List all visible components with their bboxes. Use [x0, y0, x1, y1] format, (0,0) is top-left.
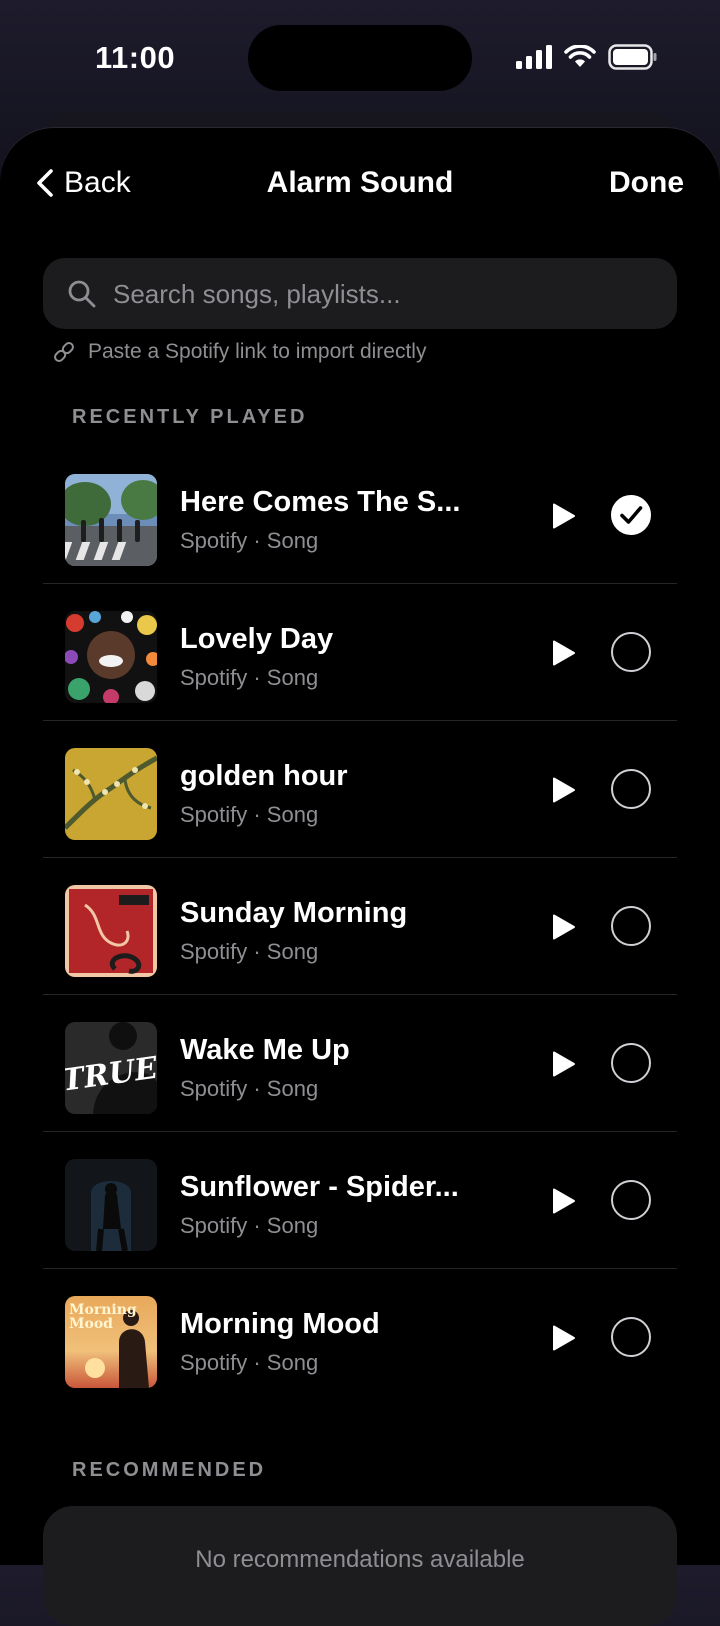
- selected-checkmark-radio[interactable]: [611, 495, 651, 535]
- cellular-signal-icon: [516, 45, 552, 69]
- song-subtitle: Spotify · Song: [180, 1350, 319, 1375]
- recommended-empty-text: No recommendations available: [195, 1546, 525, 1573]
- song-title: Morning Mood: [180, 1308, 380, 1340]
- spotify-hint-text: Paste a Spotify link to import directly: [88, 340, 427, 363]
- play-icon[interactable]: [549, 1324, 577, 1352]
- section-header-recently-played: RECENTLY PLAYED: [72, 406, 308, 428]
- select-radio[interactable]: [611, 769, 651, 809]
- play-icon[interactable]: [549, 776, 577, 804]
- song-title: Lovely Day: [180, 623, 334, 655]
- select-radio[interactable]: [611, 632, 651, 672]
- play-icon[interactable]: [549, 1187, 577, 1215]
- song-subtitle: Spotify · Song: [180, 802, 319, 827]
- checkmark-icon: [619, 505, 642, 524]
- song-title: Sunday Morning: [180, 897, 408, 929]
- play-icon[interactable]: [549, 913, 577, 941]
- list-item-wake-me-up[interactable]: TRUE Wake Me Up Spotify · Song: [43, 994, 677, 1131]
- list-item-here-comes-the-sun[interactable]: Here Comes The S... Spotify · Song: [43, 446, 677, 583]
- navigation-bar: Back Alarm Sound Done: [0, 128, 720, 238]
- list-item-sunday-morning[interactable]: Sunday Morning Spotify · Song: [43, 857, 677, 994]
- album-art: [65, 1159, 157, 1251]
- song-title: Sunflower - Spider...: [180, 1171, 459, 1203]
- search-bar: [43, 258, 677, 331]
- status-time: 11:00: [95, 40, 176, 75]
- play-icon[interactable]: [549, 639, 577, 667]
- song-subtitle: Spotify · Song: [180, 1076, 319, 1101]
- alarm-sound-sheet: Back Alarm Sound Done Paste a Spotify li…: [0, 128, 720, 1626]
- search-icon: [68, 280, 96, 308]
- song-subtitle: Spotify · Song: [180, 528, 319, 553]
- back-label: Back: [64, 166, 131, 199]
- album-art: [65, 748, 157, 840]
- select-radio[interactable]: [611, 1043, 651, 1083]
- song-subtitle: Spotify · Song: [180, 665, 319, 690]
- album-art: Morning Mood: [65, 1296, 157, 1388]
- battery-icon: [608, 44, 657, 70]
- done-button[interactable]: Done: [609, 166, 684, 200]
- list-item-golden-hour[interactable]: golden hour Spotify · Song: [43, 720, 677, 857]
- recommended-card: No recommendations available: [43, 1506, 677, 1626]
- spotify-link-hint[interactable]: Paste a Spotify link to import directly: [52, 340, 426, 364]
- list-item-sunflower[interactable]: Sunflower - Spider... Spotify · Song: [43, 1131, 677, 1268]
- select-radio[interactable]: [611, 1317, 651, 1357]
- dynamic-island: [248, 25, 472, 91]
- list-item-morning-mood[interactable]: Morning Mood Morning Mood Spotify · Song: [43, 1268, 677, 1405]
- album-art: [65, 611, 157, 703]
- recently-played-list: Here Comes The S... Spotify · Song Lovel…: [43, 446, 677, 1405]
- wifi-icon: [564, 45, 596, 67]
- status-bar: 11:00: [0, 0, 720, 110]
- section-header-recommended: RECOMMENDED: [72, 1459, 267, 1481]
- select-radio[interactable]: [611, 1180, 651, 1220]
- song-subtitle: Spotify · Song: [180, 939, 319, 964]
- album-art: [65, 474, 157, 566]
- search-input[interactable]: [111, 258, 655, 331]
- list-item-lovely-day[interactable]: Lovely Day Spotify · Song: [43, 583, 677, 720]
- album-art: [65, 885, 157, 977]
- song-title: Wake Me Up: [180, 1034, 350, 1066]
- song-title: golden hour: [180, 760, 348, 792]
- status-icons: [516, 44, 658, 70]
- song-title: Here Comes The S...: [180, 486, 461, 518]
- select-radio[interactable]: [611, 906, 651, 946]
- song-subtitle: Spotify · Song: [180, 1213, 319, 1238]
- back-button[interactable]: Back: [36, 166, 131, 200]
- album-art: TRUE: [65, 1022, 157, 1114]
- play-icon[interactable]: [549, 502, 577, 530]
- play-icon[interactable]: [549, 1050, 577, 1078]
- chevron-left-icon: [37, 169, 53, 197]
- link-icon: [54, 342, 74, 362]
